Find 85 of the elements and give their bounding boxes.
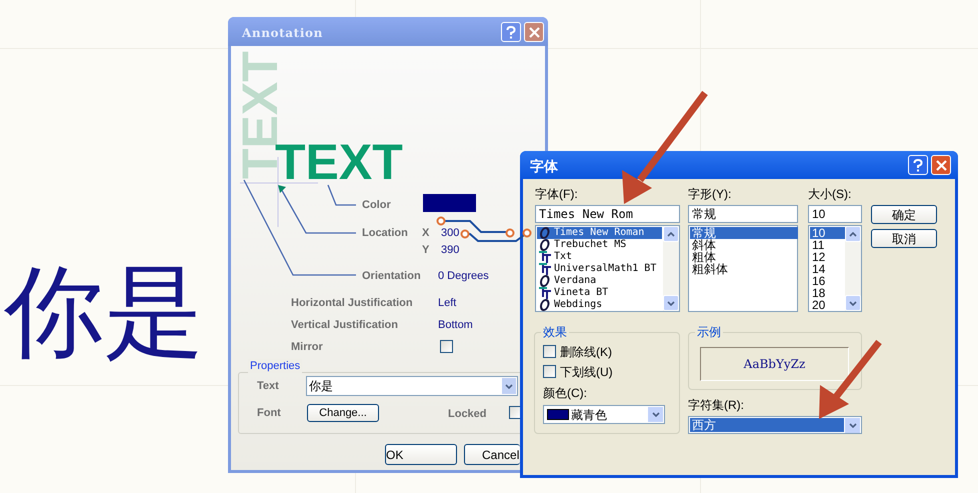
checkbox-label: 删除线(K) — [560, 345, 612, 359]
field-label: 字符集(R): — [688, 398, 744, 412]
field-value: Left — [438, 296, 456, 310]
color-swatch[interactable] — [423, 194, 476, 212]
help-button[interactable] — [908, 155, 928, 175]
list-item[interactable]: Trebuchet MS — [537, 239, 662, 251]
field-label: 字体(F): — [535, 187, 578, 201]
list-item[interactable]: 粗斜体 — [690, 263, 798, 275]
checkbox-label: 下划线(U) — [560, 365, 613, 379]
list-item[interactable]: 常规 — [690, 227, 798, 239]
help-button[interactable] — [501, 22, 521, 42]
list-item[interactable]: Times New Roman — [537, 227, 662, 239]
opentype-icon — [539, 275, 551, 287]
group-title: 示例 — [695, 325, 723, 339]
list-item[interactable]: 12 — [810, 251, 846, 263]
close-button[interactable] — [524, 22, 544, 42]
field-label: Font — [257, 406, 281, 420]
scroll-up-icon[interactable] — [667, 232, 675, 236]
list-item[interactable]: Txt — [537, 251, 662, 263]
charset-combo-box[interactable]: 西方 — [688, 416, 862, 434]
question-mark-icon — [913, 158, 923, 172]
field-value: 390 — [441, 243, 460, 257]
list-item[interactable]: 20 — [810, 299, 846, 311]
opentype-icon — [539, 299, 551, 311]
close-icon — [936, 160, 946, 170]
cancel-button[interactable]: Cancel — [464, 444, 520, 465]
list-item[interactable]: 10 — [810, 227, 846, 239]
field-label: Horizontal Justification — [291, 296, 413, 310]
list-item[interactable]: Vineta BT — [537, 287, 662, 299]
cancel-button[interactable]: 取消 — [871, 229, 937, 248]
checkbox[interactable] — [543, 365, 556, 378]
group-title: Properties — [248, 359, 302, 373]
field-value: Bottom — [438, 318, 473, 332]
field-value: 300 — [441, 226, 460, 240]
field-label: Location — [362, 226, 408, 240]
list-item[interactable]: 粗体 — [690, 251, 798, 263]
sample-text: AaBbYyZz — [744, 356, 806, 373]
text-combo-box[interactable]: 你是 — [306, 376, 518, 396]
list-item[interactable]: 14 — [810, 263, 846, 275]
window-title: Annotation — [242, 25, 323, 42]
field-value: 0 Degrees — [438, 269, 489, 283]
field-label: 颜色(C): — [543, 386, 587, 400]
ok-button[interactable]: OK — [385, 444, 457, 465]
checkbox[interactable] — [509, 406, 520, 419]
checkbox[interactable] — [543, 345, 556, 358]
list-item[interactable]: UniversalMath1 BT — [537, 263, 662, 275]
scroll-down-icon[interactable] — [667, 300, 675, 306]
list-item[interactable]: 斜体 — [690, 239, 798, 251]
list-item[interactable]: 18 — [810, 287, 846, 299]
input-field[interactable]: 10 — [808, 205, 862, 223]
scroll-up-icon[interactable] — [849, 232, 857, 236]
field-label: Orientation — [362, 269, 421, 283]
close-icon — [528, 26, 540, 38]
change-button[interactable]: Change... — [307, 404, 379, 422]
field-label: X — [422, 226, 430, 240]
input-field[interactable]: Times New Rom — [535, 205, 680, 223]
truetype-icon — [539, 287, 551, 299]
scrollbar[interactable] — [845, 226, 861, 311]
scroll-down-icon[interactable] — [849, 300, 857, 306]
list-item[interactable]: Webdings — [537, 299, 662, 311]
field-label: Text — [257, 379, 279, 393]
window-title: 字体 — [530, 157, 558, 176]
question-mark-icon — [506, 26, 516, 38]
color-combo-box[interactable]: 藏青色 — [543, 405, 665, 424]
truetype-icon — [539, 251, 551, 263]
group-title: 效果 — [541, 325, 569, 339]
field-label: Color — [362, 198, 391, 212]
canvas-text: 你是 — [4, 262, 204, 362]
input-field[interactable]: 常规 — [688, 205, 798, 223]
field-label: Mirror — [291, 340, 323, 354]
ok-button[interactable]: 确定 — [871, 205, 937, 224]
opentype-icon — [539, 239, 551, 251]
field-label: 字形(Y): — [688, 187, 732, 201]
checkbox[interactable] — [440, 340, 453, 353]
list-item[interactable]: Verdana — [537, 275, 662, 287]
field-label: Locked — [448, 407, 487, 421]
field-label: 大小(S): — [808, 187, 852, 201]
list-item[interactable]: 11 — [810, 239, 846, 251]
list-item[interactable]: 16 — [810, 275, 846, 287]
field-label: Vertical Justification — [291, 318, 398, 332]
opentype-icon — [539, 227, 551, 239]
scrollbar[interactable] — [663, 226, 679, 311]
field-label: Y — [422, 243, 430, 257]
close-button[interactable] — [931, 155, 951, 175]
truetype-icon — [539, 263, 551, 275]
